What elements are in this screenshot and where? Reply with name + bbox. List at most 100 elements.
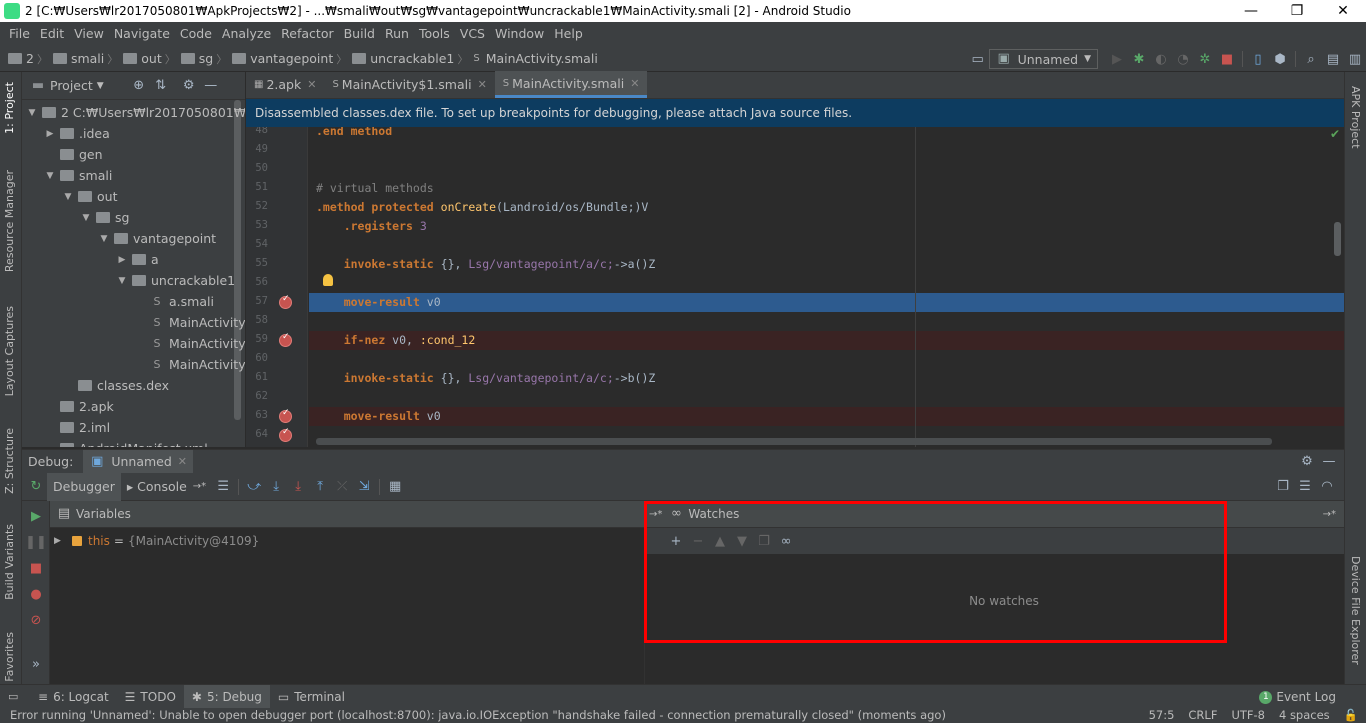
code-line[interactable]: # virtual methods <box>316 181 434 195</box>
step-into-icon[interactable]: ⤓ <box>265 476 287 498</box>
breadcrumb-item[interactable]: vantagepoint 〉 <box>230 51 350 67</box>
editor-tab[interactable]: S MainActivity.smali ✕ <box>494 71 648 98</box>
menu-view[interactable]: View <box>69 22 109 46</box>
editor-tab[interactable]: S MainActivity$1.smali ✕ <box>324 71 494 98</box>
breadcrumb-item[interactable]: S MainActivity.smali <box>471 51 597 66</box>
tree-node[interactable]: 2.apk <box>44 396 114 417</box>
evaluate-expression-icon[interactable]: ▦ <box>384 476 406 498</box>
breadcrumb-item[interactable]: out 〉 <box>121 51 178 67</box>
resume-icon[interactable]: ▶ <box>25 505 47 527</box>
tool-build-variants[interactable]: Build Variants <box>3 524 16 600</box>
view-breakpoints-icon[interactable]: ● <box>25 583 47 605</box>
tree-node[interactable]: ▶ a <box>116 249 159 270</box>
tree-node[interactable]: S MainActivity$ <box>134 312 246 333</box>
caret-position[interactable]: 57:5 <box>1149 708 1175 722</box>
breakpoint-icon[interactable] <box>279 408 292 423</box>
bottom-tab[interactable]: ▭ Terminal <box>270 685 353 709</box>
project-view-select[interactable]: Project <box>50 78 93 93</box>
menu-file[interactable]: File <box>4 22 35 46</box>
sdk-manager-icon[interactable]: ⬢ <box>1269 48 1291 70</box>
code-line[interactable]: move-result v0 <box>316 409 441 423</box>
restore-layout-icon[interactable]: ❐ <box>1272 476 1294 498</box>
layout-icon[interactable]: ▥ <box>1344 48 1366 70</box>
file-encoding[interactable]: UTF-8 <box>1231 708 1265 722</box>
code-line[interactable]: .end method <box>316 127 392 138</box>
tool-apk-project[interactable]: APK Project <box>1349 86 1362 149</box>
menu-run[interactable]: Run <box>380 22 414 46</box>
code-line[interactable]: invoke-static {}, Lsg/vantagepoint/a/c;-… <box>316 371 656 385</box>
project-structure-icon[interactable]: ▤ <box>1322 48 1344 70</box>
tree-node[interactable]: gen <box>44 144 103 165</box>
collapse-icon[interactable]: ▼ <box>80 213 92 223</box>
close-icon[interactable]: ✕ <box>178 455 187 468</box>
tree-node[interactable]: Sa.smali <box>134 291 214 312</box>
tool-project[interactable]: 1: Project <box>3 82 16 134</box>
tree-node[interactable]: ▼ out <box>62 186 118 207</box>
minimize-button[interactable]: — <box>1228 0 1274 22</box>
menu-navigate[interactable]: Navigate <box>109 22 175 46</box>
pin-icon[interactable]: →* <box>1323 509 1336 520</box>
tree-node[interactable]: ▼ uncrackable1 <box>116 270 236 291</box>
close-icon[interactable]: ✕ <box>307 78 316 91</box>
breakpoint-icon[interactable] <box>279 332 292 347</box>
tab-console[interactable]: ▸ Console →* <box>121 473 212 501</box>
close-icon[interactable]: ✕ <box>630 77 639 90</box>
lock-icon[interactable]: 🔓 <box>1344 708 1358 722</box>
debug-session-tab[interactable]: Unnamed <box>111 454 171 469</box>
code-line[interactable]: if-nez v0, :cond_12 <box>316 333 476 347</box>
layout-menu-icon[interactable]: ☰ <box>212 476 234 498</box>
code-line[interactable]: .method protected onCreate(Landroid/os/B… <box>316 200 648 214</box>
tab-debugger[interactable]: Debugger <box>47 472 121 501</box>
avd-manager-icon[interactable]: ▯ <box>1247 48 1269 70</box>
collapse-icon[interactable]: ▼ <box>98 234 110 244</box>
tree-node[interactable]: S MainActivity$ <box>134 333 246 354</box>
menu-tools[interactable]: Tools <box>414 22 455 46</box>
gear-icon[interactable]: ⚙ <box>1296 451 1318 473</box>
collapse-icon[interactable]: ▼ <box>44 171 56 181</box>
breakpoint-icon[interactable] <box>279 294 292 309</box>
tree-node[interactable]: 2.iml <box>44 417 110 438</box>
mute-breakpoints-icon[interactable]: ⊘ <box>25 609 47 631</box>
expand-icon[interactable]: ▶ <box>44 129 56 139</box>
inspection-ok-icon[interactable]: ✔ <box>1330 127 1340 141</box>
run-icon[interactable]: ▶ <box>1106 48 1128 70</box>
menu-window[interactable]: Window <box>490 22 549 46</box>
breadcrumb-item[interactable]: uncrackable1 〉 <box>350 51 471 67</box>
menu-edit[interactable]: Edit <box>35 22 69 46</box>
chevron-down-icon[interactable]: ▼ <box>97 81 104 91</box>
menu-help[interactable]: Help <box>549 22 588 46</box>
bottom-tab[interactable]: ≡ 6: Logcat <box>30 685 117 709</box>
close-window-button[interactable]: ✕ <box>1320 0 1366 22</box>
code-line[interactable]: .registers 3 <box>316 219 427 233</box>
tree-node[interactable]: S MainActivity.s <box>134 354 246 375</box>
bottom-tab[interactable]: ✱ 5: Debug <box>183 684 270 709</box>
breakpoint-icon[interactable] <box>279 427 292 442</box>
more-icon[interactable]: » <box>25 653 47 675</box>
tree-node[interactable]: ▼ sg <box>80 207 130 228</box>
memory-gauge-icon[interactable]: ◠ <box>1316 476 1338 498</box>
tool-device-file-explorer[interactable]: Device File Explorer <box>1349 556 1362 665</box>
gear-icon[interactable]: ⚙ <box>178 75 200 97</box>
stop-icon[interactable]: ■ <box>1216 48 1238 70</box>
collapse-all-icon[interactable]: ⇅ <box>150 75 172 97</box>
lightbulb-icon[interactable] <box>323 274 333 286</box>
tool-resource-manager[interactable]: Resource Manager <box>3 170 16 272</box>
editor-vertical-scrollbar[interactable] <box>1334 222 1341 256</box>
run-to-cursor-icon[interactable]: ⇲ <box>353 476 375 498</box>
tool-layout-captures[interactable]: Layout Captures <box>3 306 16 396</box>
menu-code[interactable]: Code <box>175 22 217 46</box>
event-log-button[interactable]: 1 Event Log <box>1259 685 1336 709</box>
search-icon[interactable]: ⌕ <box>1300 48 1322 70</box>
force-step-into-icon[interactable]: ⤓ <box>287 476 309 498</box>
collapse-icon[interactable]: ▼ <box>26 108 38 118</box>
menu-build[interactable]: Build <box>339 22 380 46</box>
code-line[interactable]: invoke-static {}, Lsg/vantagepoint/a/c;-… <box>316 257 656 271</box>
step-over-icon[interactable]: ⤻ <box>243 476 265 498</box>
menu-analyze[interactable]: Analyze <box>217 22 276 46</box>
tree-node[interactable]: ▼ 2 C:₩Users₩lr2017050801₩ApkP <box>26 102 245 123</box>
tree-node[interactable]: ▼ vantagepoint <box>98 228 217 249</box>
expand-icon[interactable]: ▶ <box>54 536 66 546</box>
tool-structure[interactable]: Z: Structure <box>3 428 16 494</box>
coverage-icon[interactable]: ◐ <box>1150 48 1172 70</box>
menu-vcs[interactable]: VCS <box>455 22 490 46</box>
